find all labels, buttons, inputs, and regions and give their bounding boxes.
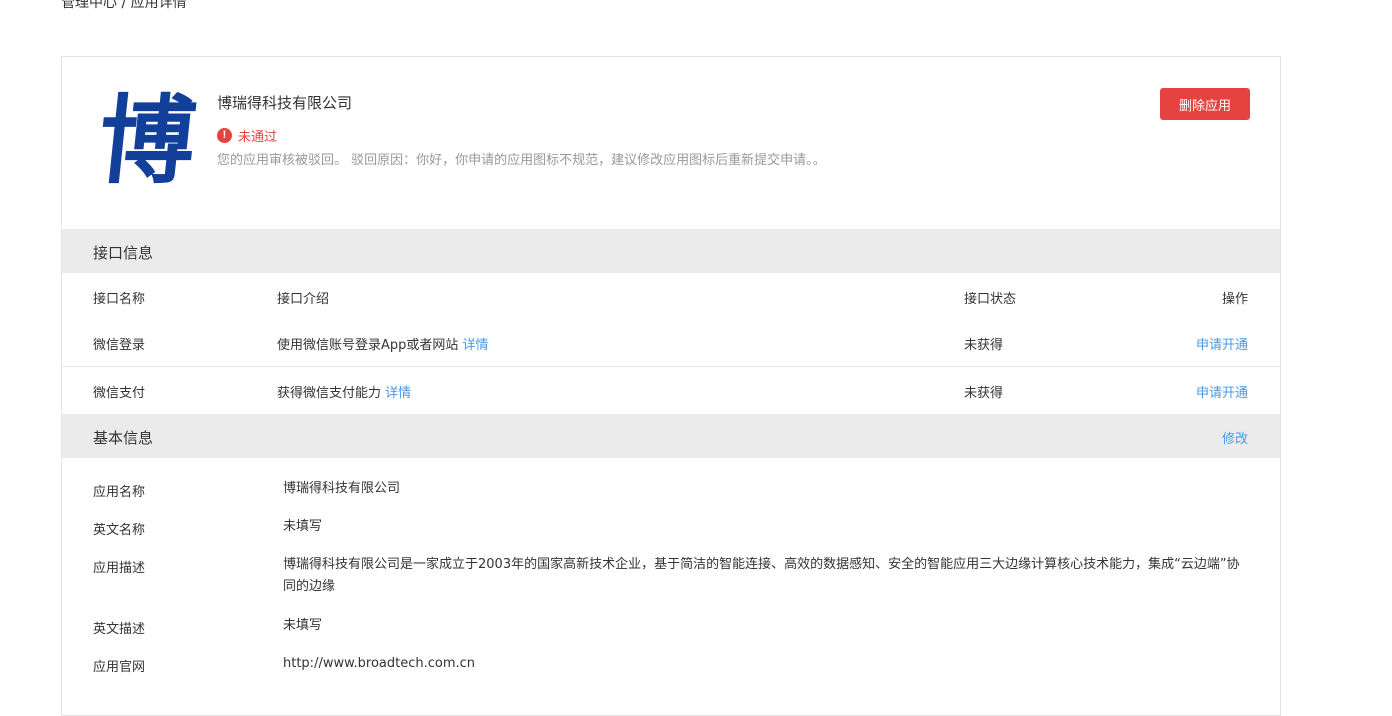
basic-section-header: 基本信息 修改 (62, 414, 1280, 458)
app-logo-char: 博 (93, 84, 201, 197)
interface-intro-text: 获得微信支付能力 (277, 386, 382, 401)
app-logo: 博 (92, 84, 202, 197)
field-label: 应用官网 (93, 660, 146, 675)
interface-status: 未获得 (964, 386, 1004, 401)
detail-link[interactable]: 详情 (385, 386, 411, 401)
interface-section-header: 接口信息 (62, 229, 1280, 273)
interface-intro: 获得微信支付能力 详情 (277, 382, 411, 401)
interface-name: 微信登录 (93, 338, 146, 353)
field-value: 未填写 (283, 618, 323, 633)
interface-name: 微信支付 (93, 386, 146, 401)
field-value: 博瑞得科技有限公司是一家成立于2003年的国家高新技术企业，基于简洁的智能连接、… (283, 557, 1240, 594)
interface-intro: 使用微信账号登录App或者网站 详情 (277, 334, 489, 353)
warning-icon: ! (217, 128, 232, 143)
row-divider (62, 366, 1280, 367)
breadcrumb: 管理中心 / 应用详情 (61, 0, 187, 11)
basic-section-title: 基本信息 (93, 429, 154, 447)
interface-status: 未获得 (964, 338, 1004, 353)
apply-button[interactable]: 申请开通 (1196, 334, 1248, 353)
interface-intro-text: 使用微信账号登录App或者网站 (277, 338, 459, 353)
column-header-status: 接口状态 (964, 292, 1017, 307)
delete-app-button[interactable]: 删除应用 (1160, 88, 1250, 120)
app-detail-card: 博 博瑞得科技有限公司 ! 未通过 您的应用审核被驳回。 驳回原因：你好，你申请… (61, 56, 1281, 716)
field-value: 博瑞得科技有限公司 (283, 481, 401, 496)
field-label: 英文名称 (93, 523, 146, 538)
field-value: 未填写 (283, 519, 323, 534)
status-text: 未通过 (238, 130, 278, 145)
review-status: ! 未通过 (217, 126, 277, 145)
field-label: 英文描述 (93, 622, 146, 637)
interface-section-title: 接口信息 (93, 244, 154, 262)
column-header-action: 操作 (1221, 292, 1248, 307)
field-label: 应用描述 (93, 561, 146, 576)
column-header-name: 接口名称 (93, 292, 146, 307)
field-value: http://www.broadtech.com.cn (283, 656, 476, 671)
app-name: 博瑞得科技有限公司 (217, 94, 353, 112)
field-label: 应用名称 (93, 485, 146, 500)
apply-button[interactable]: 申请开通 (1196, 382, 1248, 401)
detail-link[interactable]: 详情 (463, 338, 489, 353)
edit-button[interactable]: 修改 (1222, 428, 1248, 447)
reject-reason: 您的应用审核被驳回。 驳回原因：你好，你申请的应用图标不规范，建议修改应用图标后… (217, 153, 826, 168)
column-header-intro: 接口介绍 (277, 292, 330, 307)
